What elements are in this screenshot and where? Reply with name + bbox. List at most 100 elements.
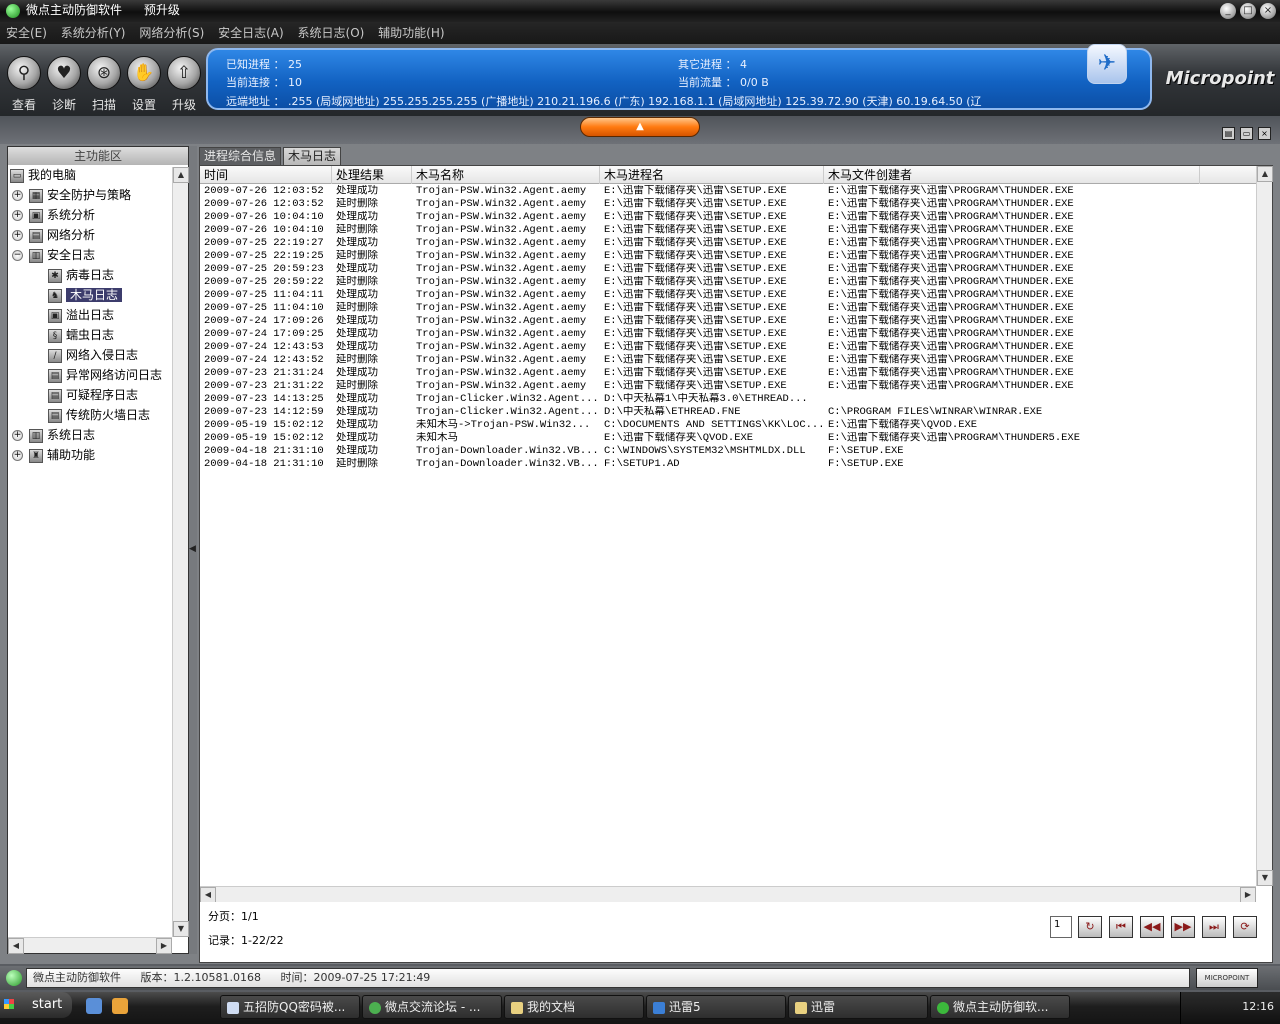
clock[interactable]: 12:16 [1242, 1000, 1274, 1013]
table-row[interactable]: 2009-07-25 22:19:25 延时删除 Trojan-PSW.Win32.… [200, 250, 1256, 263]
maximize-button[interactable]: □ [1240, 3, 1256, 19]
expand-icon[interactable]: + [12, 430, 23, 441]
upgrade-link[interactable]: 预升级 [144, 3, 180, 17]
restore-icon[interactable]: ▭ [1240, 127, 1253, 140]
tree-item[interactable]: ▤ 异常网络访问日志 [48, 365, 162, 385]
scroll-up-icon[interactable]: ▲ [173, 167, 189, 183]
expand-icon[interactable]: + [12, 230, 23, 241]
table-row[interactable]: 2009-07-24 17:09:25 处理成功 Trojan-PSW.Win32.… [200, 328, 1256, 341]
splitter-arrow-icon[interactable]: ◀ [189, 544, 196, 554]
last-page-button[interactable]: ⏭ [1202, 916, 1226, 938]
tree-item[interactable]: − ▥ 安全日志 [12, 245, 95, 265]
table-row[interactable]: 2009-07-26 12:03:52 延时删除 Trojan-PSW.Win32.… [200, 198, 1256, 211]
table-row[interactable]: 2009-07-25 22:19:27 处理成功 Trojan-PSW.Win32.… [200, 237, 1256, 250]
table-row[interactable]: 2009-04-18 21:31:10 处理成功 Trojan-Downloader… [200, 445, 1256, 458]
table-row[interactable]: 2009-07-24 17:09:26 处理成功 Trojan-PSW.Win32.… [200, 315, 1256, 328]
tree-item[interactable]: ▭ 我的电脑 [10, 165, 76, 185]
collapse-icon[interactable]: − [12, 250, 23, 261]
scroll-left-icon[interactable]: ◀ [8, 938, 24, 954]
start-button[interactable]: start [0, 992, 72, 1018]
table-scroll-right-icon[interactable]: ▶ [1240, 887, 1256, 903]
panel-splitter[interactable]: ◀ [189, 146, 197, 954]
tree-item[interactable]: + ♜ 辅助功能 [12, 445, 95, 465]
scan-button[interactable]: ⊛ 扫描 [84, 46, 124, 112]
tree-vertical-scrollbar[interactable]: ▲ ▼ [172, 167, 189, 937]
next-page-button[interactable]: ▶▶ [1171, 916, 1195, 938]
menu-security-log[interactable]: 安全日志(A) [218, 26, 284, 40]
table-row[interactable]: 2009-07-23 14:12:59 处理成功 Trojan-Clicker.Wi… [200, 406, 1256, 419]
minimize-button[interactable]: _ [1220, 3, 1236, 19]
view-button[interactable]: ⚲ 查看 [4, 46, 44, 112]
table-row[interactable]: 2009-07-25 20:59:22 延时删除 Trojan-PSW.Win32.… [200, 276, 1256, 289]
table-row[interactable]: 2009-05-19 15:02:12 处理成功 未知木马->Trojan-PSW.… [200, 419, 1256, 432]
menu-assist[interactable]: 辅助功能(H) [378, 26, 444, 40]
table-scroll-up-icon[interactable]: ▲ [1257, 166, 1273, 182]
refresh-button[interactable]: ⟳ [1233, 916, 1257, 938]
task-button-qq-article[interactable]: 五招防QQ密码被... [220, 995, 360, 1019]
column-header-result[interactable]: 处理结果 [332, 166, 412, 184]
tree-item[interactable]: ✱ 病毒日志 [48, 265, 114, 285]
task-button-my-documents[interactable]: 我的文档 [504, 995, 644, 1019]
close-panel-icon[interactable]: × [1258, 127, 1271, 140]
table-row[interactable]: 2009-04-18 21:31:10 延时删除 Trojan-Downloader… [200, 458, 1256, 471]
table-row[interactable]: 2009-07-26 10:04:10 处理成功 Trojan-PSW.Win32.… [200, 211, 1256, 224]
tree-item[interactable]: + ▣ 系统分析 [12, 205, 95, 225]
first-page-button[interactable]: ⏮ [1109, 916, 1133, 938]
upgrade-button[interactable]: ⇧ 升级 [164, 46, 204, 112]
table-row[interactable]: 2009-07-23 21:31:22 延时删除 Trojan-PSW.Win32.… [200, 380, 1256, 393]
menu-system-analysis[interactable]: 系统分析(Y) [61, 26, 126, 40]
column-header-file-creator[interactable]: 木马文件创建者 [824, 166, 1200, 184]
scroll-down-icon[interactable]: ▼ [173, 921, 189, 937]
task-button-thunder-folder[interactable]: 迅雷 [788, 995, 928, 1019]
tree-item[interactable]: ♞ 木马日志 [48, 285, 123, 305]
column-header-trojan-name[interactable]: 木马名称 [412, 166, 600, 184]
tab-trojan-log[interactable]: 木马日志 [283, 147, 342, 165]
tree-item[interactable]: ∕ 网络入侵日志 [48, 345, 138, 365]
page-number-input[interactable]: 1 [1050, 916, 1072, 938]
quicklaunch-media-icon[interactable] [112, 998, 128, 1014]
tree-item[interactable]: + ▤ 网络分析 [12, 225, 95, 245]
menu-system-log[interactable]: 系统日志(O) [298, 26, 365, 40]
close-button[interactable]: × [1260, 3, 1276, 19]
table-vertical-scrollbar[interactable]: ▲ ▼ [1256, 166, 1273, 886]
table-row[interactable]: 2009-07-25 11:04:10 延时删除 Trojan-PSW.Win32.… [200, 302, 1256, 315]
table-row[interactable]: 2009-07-26 12:03:52 处理成功 Trojan-PSW.Win32.… [200, 185, 1256, 198]
table-row[interactable]: 2009-07-26 10:04:10 延时删除 Trojan-PSW.Win32.… [200, 224, 1256, 237]
table-scroll-left-icon[interactable]: ◀ [200, 887, 216, 903]
task-button-forum[interactable]: 微点交流论坛 - ... [362, 995, 502, 1019]
table-row[interactable]: 2009-07-24 12:43:52 延时删除 Trojan-PSW.Win32.… [200, 354, 1256, 367]
task-button-micropoint[interactable]: 微点主动防御软... [930, 995, 1070, 1019]
column-header-time[interactable]: 时间 [200, 166, 332, 184]
task-button-thunder5[interactable]: 迅雷5 [646, 995, 786, 1019]
table-row[interactable]: 2009-07-25 11:04:11 处理成功 Trojan-PSW.Win32.… [200, 289, 1256, 302]
table-row[interactable]: 2009-07-23 14:13:25 处理成功 Trojan-Clicker.Wi… [200, 393, 1256, 406]
tree-item[interactable]: ▤ 可疑程序日志 [48, 385, 138, 405]
column-header-process-name[interactable]: 木马进程名 [600, 166, 824, 184]
table-row[interactable]: 2009-05-19 15:02:12 处理成功 未知木马 E:\迅雷下载储存夹\QV… [200, 432, 1256, 445]
tree-item[interactable]: ▤ 传统防火墙日志 [48, 405, 150, 425]
tree-item[interactable]: ▣ 溢出日志 [48, 305, 114, 325]
table-horizontal-scrollbar[interactable]: ◀ ▶ [200, 886, 1256, 903]
menu-security[interactable]: 安全(E) [6, 26, 47, 40]
tab-process-info[interactable]: 进程综合信息 [199, 147, 282, 165]
goto-page-button[interactable]: ↻ [1078, 916, 1102, 938]
quicklaunch-browser-icon[interactable] [86, 998, 102, 1014]
pin-icon[interactable]: ✈ [1087, 44, 1127, 84]
scroll-right-icon[interactable]: ▶ [156, 938, 172, 954]
expand-icon[interactable]: + [12, 210, 23, 221]
diagnose-button[interactable]: ♥ 诊断 [44, 46, 84, 112]
table-row[interactable]: 2009-07-25 20:59:23 处理成功 Trojan-PSW.Win32.… [200, 263, 1256, 276]
expand-icon[interactable]: + [12, 190, 23, 201]
tile-icon[interactable]: ▤ [1222, 127, 1235, 140]
table-row[interactable]: 2009-07-23 21:31:24 处理成功 Trojan-PSW.Win32.… [200, 367, 1256, 380]
expand-icon[interactable]: + [12, 450, 23, 461]
tree-item[interactable]: § 蠕虫日志 [48, 325, 114, 345]
menu-network-analysis[interactable]: 网络分析(S) [139, 26, 204, 40]
previous-page-button[interactable]: ◀◀ [1140, 916, 1164, 938]
collapse-toolbar-button[interactable]: ▲ [580, 117, 700, 137]
table-row[interactable]: 2009-07-24 12:43:53 处理成功 Trojan-PSW.Win32.… [200, 341, 1256, 354]
tree-item[interactable]: + ▦ 安全防护与策略 [12, 185, 131, 205]
tree-item[interactable]: + ▥ 系统日志 [12, 425, 95, 445]
tree-horizontal-scrollbar[interactable]: ◀ ▶ [8, 937, 172, 954]
table-scroll-down-icon[interactable]: ▼ [1257, 870, 1273, 886]
